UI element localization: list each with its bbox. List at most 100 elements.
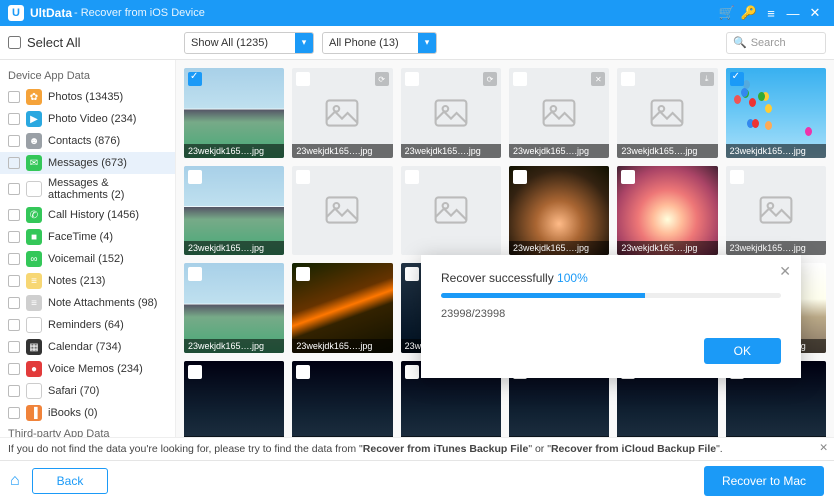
checkbox-icon[interactable]: [8, 407, 20, 419]
thumbnail-checkbox[interactable]: [405, 170, 419, 184]
filter-type-value: Show All (1235): [191, 37, 268, 49]
close-icon[interactable]: ✕: [804, 5, 826, 21]
checkbox-icon[interactable]: [8, 341, 20, 353]
dialog-close-icon[interactable]: ✕: [779, 263, 791, 280]
thumbnail-filename: 23wekjdk165….jpg: [509, 241, 609, 255]
checkbox-icon[interactable]: [8, 113, 20, 125]
filter-type-dropdown[interactable]: Show All (1235) ▾: [184, 32, 314, 54]
checkbox-icon[interactable]: [8, 183, 20, 195]
sidebar-item-label: Voice Memos (234): [48, 363, 143, 375]
thumbnail[interactable]: IMG_4632132.jpg: [184, 361, 284, 437]
select-all[interactable]: Select All: [8, 35, 176, 50]
checkbox-icon[interactable]: [8, 135, 20, 147]
checkbox-icon[interactable]: [8, 209, 20, 221]
sidebar-item[interactable]: ∞Voicemail (152): [0, 248, 175, 270]
hint-close-icon[interactable]: ✕: [819, 442, 828, 454]
thumbnail-checkbox[interactable]: [621, 170, 635, 184]
sidebar-item[interactable]: ✆Call History (1456): [0, 204, 175, 226]
thumbnail[interactable]: [292, 166, 392, 256]
thumbnail-checkbox[interactable]: [296, 365, 310, 379]
checkbox-icon[interactable]: [8, 385, 20, 397]
content: 23wekjdk165….jpg⟳23wekjdk165….jpg⟳23wekj…: [176, 60, 834, 437]
category-icon: ▦: [26, 339, 42, 355]
category-icon: [26, 383, 42, 399]
checkbox-icon[interactable]: [8, 363, 20, 375]
search-input[interactable]: 🔍 Search: [726, 32, 826, 54]
sidebar-item[interactable]: ▶Photo Video (234): [0, 108, 175, 130]
thumbnail-checkbox[interactable]: [513, 72, 527, 86]
sidebar-item[interactable]: Safari (70): [0, 380, 175, 402]
footer: ⌂ Back Recover to Mac: [0, 460, 834, 500]
sidebar-item-label: Note Attachments (98): [48, 297, 157, 309]
sidebar-item[interactable]: ■FaceTime (4): [0, 226, 175, 248]
app-subtitle: - Recover from iOS Device: [74, 7, 205, 19]
thumbnail-checkbox[interactable]: [405, 72, 419, 86]
sidebar-item-label: Reminders (64): [48, 319, 124, 331]
sidebar-item[interactable]: ▦ Calendar (734): [0, 336, 175, 358]
key-icon[interactable]: 🔑: [738, 5, 760, 21]
thumbnail-checkbox[interactable]: [188, 365, 202, 379]
thumbnail-checkbox[interactable]: [188, 267, 202, 281]
sidebar-item[interactable]: ☻Contacts (876): [0, 130, 175, 152]
thumbnail[interactable]: ✕23wekjdk165….jpg: [509, 68, 609, 158]
thumbnail[interactable]: ⟳23wekjdk165….jpg: [292, 68, 392, 158]
sidebar-item-label: Calendar (734): [48, 341, 121, 353]
checkbox-icon[interactable]: [8, 319, 20, 331]
thumbnail-checkbox[interactable]: [621, 72, 635, 86]
thumbnail[interactable]: 23wekjdk165….jpg: [617, 166, 717, 256]
recover-button[interactable]: Recover to Mac: [704, 466, 824, 496]
thumbnail[interactable]: ⟳23wekjdk165….jpg: [401, 68, 501, 158]
filter-device-dropdown[interactable]: All Phone (13) ▾: [322, 32, 437, 54]
thumbnail[interactable]: 23wekjdk165….jpg: [292, 263, 392, 353]
thumbnail-checkbox[interactable]: [405, 267, 419, 281]
checkbox-icon[interactable]: [8, 253, 20, 265]
thumbnail[interactable]: ⤓23wekjdk165….jpg: [617, 68, 717, 158]
sidebar-item[interactable]: ▐iBooks (0): [0, 402, 175, 424]
thumbnail[interactable]: IMG_4632132.jpg: [292, 361, 392, 437]
sidebar-item[interactable]: ✉Messages (673): [0, 152, 175, 174]
thumbnail-checkbox[interactable]: [405, 365, 419, 379]
menu-icon[interactable]: ≡: [760, 6, 782, 21]
sidebar-item[interactable]: ✿Photos (13435): [0, 86, 175, 108]
thumbnail[interactable]: 23wekjdk165….jpg: [184, 263, 284, 353]
checkbox-icon[interactable]: [8, 297, 20, 309]
sidebar-item[interactable]: Reminders (64): [0, 314, 175, 336]
thumbnail-checkbox[interactable]: [296, 267, 310, 281]
checkbox-icon[interactable]: [8, 275, 20, 287]
thumbnail-filename: 23wekjdk165….jpg: [401, 144, 501, 158]
back-button[interactable]: Back: [32, 468, 109, 494]
cart-icon[interactable]: 🛒: [716, 5, 738, 21]
thumbnail[interactable]: 23wekjdk165….jpg: [184, 68, 284, 158]
thumbnail[interactable]: 23wekjdk165….jpg: [509, 166, 609, 256]
thumbnail-filename: IMG_4632132.jpg: [184, 436, 284, 437]
thumbnail[interactable]: [401, 166, 501, 256]
sidebar-item-label: Messages (673): [48, 157, 127, 169]
sidebar-item[interactable]: ●Voice Memos (234): [0, 358, 175, 380]
thumbnail-filename: 23wekjdk165….jpg: [184, 144, 284, 158]
thumbnail-checkbox[interactable]: [188, 170, 202, 184]
checkbox-icon[interactable]: [8, 91, 20, 103]
select-all-checkbox[interactable]: [8, 36, 21, 49]
thumbnail-checkbox[interactable]: [188, 72, 202, 86]
thumbnail-checkbox[interactable]: [730, 170, 744, 184]
minimize-icon[interactable]: —: [782, 6, 804, 21]
thumbnail-badge-icon: ⤓: [700, 72, 714, 86]
thumbnail-checkbox[interactable]: [513, 170, 527, 184]
thumbnail-checkbox[interactable]: [296, 72, 310, 86]
sidebar-item[interactable]: Messages & attachments (2): [0, 174, 175, 204]
sidebar-item[interactable]: ≡Note Attachments (98): [0, 292, 175, 314]
thumbnail[interactable]: 23wekjdk165….jpg: [184, 166, 284, 256]
thumbnail-checkbox[interactable]: [730, 72, 744, 86]
category-icon: ∞: [26, 251, 42, 267]
thumbnail-checkbox[interactable]: [296, 170, 310, 184]
sidebar-item[interactable]: ≡Notes (213): [0, 270, 175, 292]
thumbnail[interactable]: 23wekjdk165….jpg: [726, 68, 826, 158]
checkbox-icon[interactable]: [8, 157, 20, 169]
ok-button[interactable]: OK: [704, 338, 781, 364]
checkbox-icon[interactable]: [8, 231, 20, 243]
thumbnail[interactable]: 23wekjdk165….jpg: [726, 166, 826, 256]
thumbnail-filename: IMG_4632132.jpg: [401, 436, 501, 437]
sidebar-item-label: FaceTime (4): [48, 231, 113, 243]
search-placeholder: Search: [751, 37, 786, 49]
home-icon[interactable]: ⌂: [10, 472, 20, 490]
